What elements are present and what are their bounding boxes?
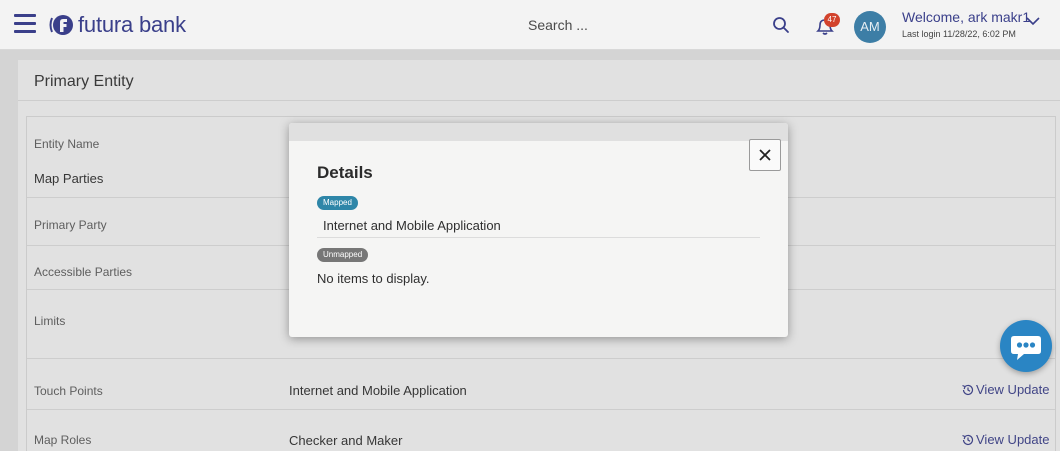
notification-count-badge: 47 — [824, 13, 840, 27]
search-bar — [520, 10, 790, 40]
brand-name: futura bank — [78, 12, 186, 37]
unmapped-empty-text: No items to display. — [317, 271, 430, 286]
divider — [317, 237, 760, 238]
close-button[interactable] — [749, 139, 781, 171]
details-modal: Details Mapped Internet and Mobile Appli… — [289, 123, 788, 337]
chevron-down-icon[interactable] — [1026, 14, 1040, 26]
last-login-text: Last login 11/28/22, 6:02 PM — [902, 29, 1016, 39]
unmapped-badge: Unmapped — [317, 248, 369, 262]
modal-title: Details — [317, 163, 373, 182]
avatar[interactable]: AM — [854, 11, 886, 43]
chatbot-button[interactable] — [1000, 320, 1052, 372]
bank-logo-icon — [48, 12, 74, 38]
top-header: futura bank 47 AM Welcome, ark makr1 Las… — [0, 0, 1060, 50]
mapped-item: Internet and Mobile Application — [323, 218, 501, 233]
modal-header-strip — [289, 123, 788, 141]
bank-logo[interactable]: futura bank — [48, 11, 186, 39]
welcome-text[interactable]: Welcome, ark makr1 — [902, 9, 1030, 25]
notifications-button[interactable]: 47 — [814, 13, 840, 37]
search-icon[interactable] — [772, 16, 790, 34]
hamburger-icon[interactable] — [14, 14, 36, 34]
search-input[interactable] — [520, 10, 750, 40]
chat-bubble-icon — [1011, 336, 1041, 360]
mapped-badge: Mapped — [317, 196, 358, 210]
close-icon — [759, 149, 771, 161]
